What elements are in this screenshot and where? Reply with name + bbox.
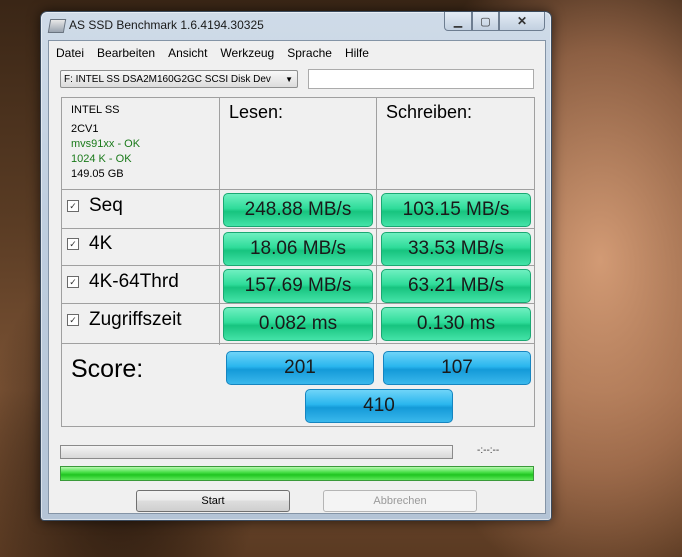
close-icon: ✕ (516, 14, 528, 28)
drive-capacity: 149.05 GB (71, 168, 124, 180)
seq-read-value: 248.88 MB/s (223, 193, 373, 227)
checkmark-icon: ✓ (69, 239, 77, 249)
title-bar[interactable]: AS SSD Benchmark 1.6.4194.30325 ▁ ▢ ✕ (41, 12, 551, 40)
checkbox-4k[interactable]: ✓ (67, 238, 79, 250)
test-row-4k-64thrd[interactable]: ✓ 4K-64Thrd (67, 271, 179, 293)
test-label-access-time: Zugriffszeit (89, 309, 182, 330)
drive-info: INTEL SS 2CV1 mvs91xx - OK 1024 K - OK 1… (71, 103, 140, 182)
results-grid: INTEL SS 2CV1 mvs91xx - OK 1024 K - OK 1… (61, 97, 535, 427)
drive-info-field (308, 69, 534, 89)
access-time-read-value: 0.082 ms (223, 307, 373, 341)
driver-status: mvs91xx - OK (71, 138, 141, 150)
minimize-icon: ▁ (453, 15, 463, 28)
window-title: AS SSD Benchmark 1.6.4194.30325 (69, 18, 264, 32)
4k-64thrd-write-value: 63.21 MB/s (381, 269, 531, 303)
test-row-4k[interactable]: ✓ 4K (67, 233, 112, 255)
minimize-button[interactable]: ▁ (444, 12, 472, 31)
checkmark-icon: ✓ (69, 201, 77, 211)
write-header: Schreiben: (386, 102, 473, 122)
chevron-down-icon: ▼ (285, 75, 293, 84)
test-row-seq[interactable]: ✓ Seq (67, 195, 123, 217)
score-write: 107 (383, 351, 531, 385)
drive-dropdown-value: F: INTEL SS DSA2M160G2GC SCSI Disk Dev (64, 74, 271, 85)
close-button[interactable]: ✕ (499, 12, 545, 31)
access-time-write-value: 0.130 ms (381, 307, 531, 341)
abort-button[interactable]: Abbrechen (323, 490, 477, 512)
test-label-4k: 4K (89, 233, 113, 254)
checkmark-icon: ✓ (69, 277, 77, 287)
test-label-4k-64thrd: 4K-64Thrd (89, 271, 179, 292)
seq-write-value: 103.15 MB/s (381, 193, 531, 227)
menu-bar: Datei Bearbeiten Ansicht Werkzeug Sprach… (49, 41, 545, 63)
score-total: 410 (305, 389, 453, 423)
4k-64thrd-read-value: 157.69 MB/s (223, 269, 373, 303)
progress-bar (60, 445, 453, 459)
checkbox-access-time[interactable]: ✓ (67, 314, 79, 326)
menu-datei[interactable]: Datei (49, 41, 90, 63)
status-bar-green (60, 466, 534, 481)
drive-dropdown[interactable]: F: INTEL SS DSA2M160G2GC SCSI Disk Dev ▼ (60, 70, 298, 88)
test-row-access-time[interactable]: ✓ Zugriffszeit (67, 309, 182, 331)
checkbox-4k-64thrd[interactable]: ✓ (67, 276, 79, 288)
app-icon (47, 19, 67, 33)
test-label-seq: Seq (89, 195, 123, 216)
drive-name: INTEL SS (71, 104, 120, 116)
alignment-status: 1024 K - OK (71, 153, 132, 165)
start-button[interactable]: Start (136, 490, 290, 512)
checkmark-icon: ✓ (69, 315, 77, 325)
maximize-button[interactable]: ▢ (472, 12, 499, 31)
menu-sprache[interactable]: Sprache (280, 41, 338, 63)
menu-ansicht[interactable]: Ansicht (161, 41, 213, 63)
score-label: Score: (71, 355, 144, 383)
read-header: Lesen: (229, 102, 284, 122)
client-area: Datei Bearbeiten Ansicht Werkzeug Sprach… (48, 40, 546, 514)
app-window: AS SSD Benchmark 1.6.4194.30325 ▁ ▢ ✕ Da… (40, 11, 552, 521)
elapsed-time: -:--:-- (477, 445, 500, 456)
maximize-icon: ▢ (480, 15, 491, 28)
menu-werkzeug[interactable]: Werkzeug (213, 41, 280, 63)
score-read: 201 (226, 351, 374, 385)
menu-bearbeiten[interactable]: Bearbeiten (90, 41, 161, 63)
drive-firmware: 2CV1 (71, 123, 99, 135)
menu-hilfe[interactable]: Hilfe (338, 41, 375, 63)
4k-write-value: 33.53 MB/s (381, 232, 531, 266)
checkbox-seq[interactable]: ✓ (67, 200, 79, 212)
4k-read-value: 18.06 MB/s (223, 232, 373, 266)
